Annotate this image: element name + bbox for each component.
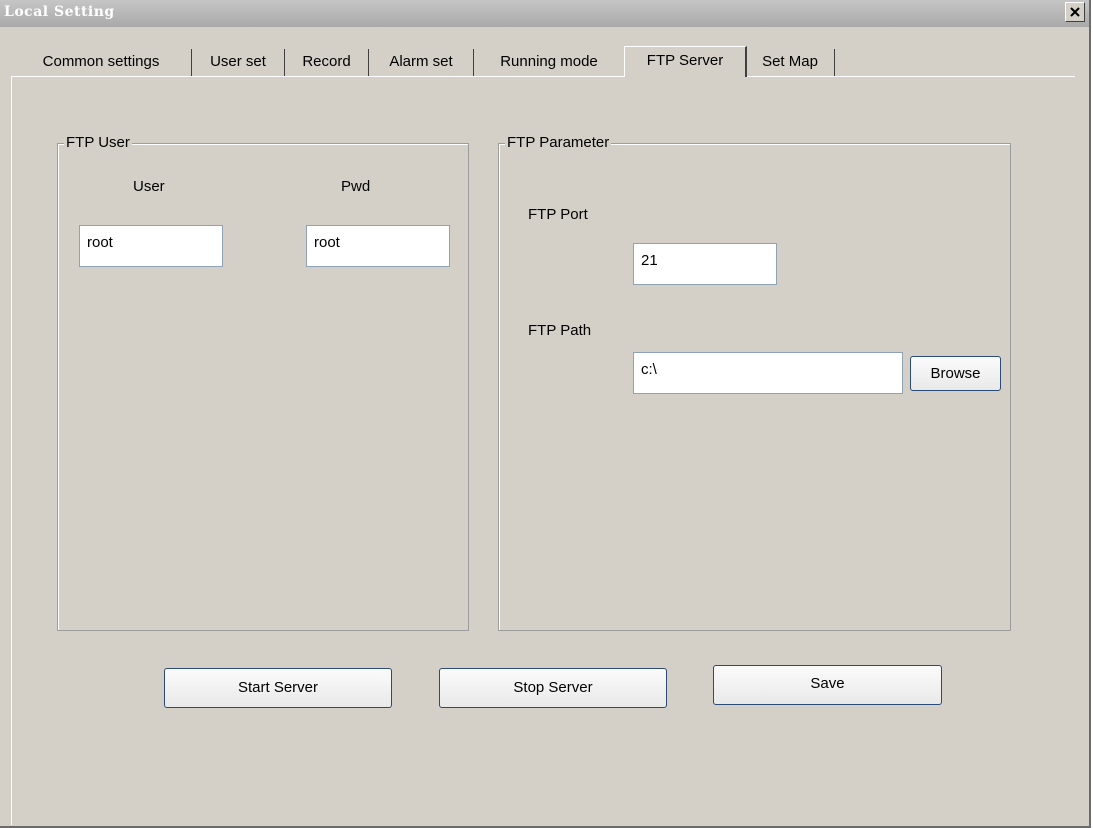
pwd-input[interactable]: root: [306, 225, 450, 267]
user-label: User: [133, 178, 165, 195]
ftp-user-legend: FTP User: [64, 134, 132, 152]
window-title: Local Setting: [4, 4, 115, 20]
tab-record[interactable]: Record: [285, 49, 369, 76]
save-button[interactable]: Save: [713, 665, 942, 705]
tab-label: Record: [302, 53, 351, 70]
user-input-value: root: [87, 234, 113, 251]
stop-server-button[interactable]: Stop Server: [439, 668, 667, 708]
browse-button-label: Browse: [930, 365, 981, 382]
ftp-parameter-group: FTP Parameter FTP Port 21 FTP Path c:\ B…: [498, 134, 1011, 631]
pwd-input-value: root: [314, 234, 340, 251]
close-button[interactable]: [1065, 2, 1085, 22]
tab-alarm-set[interactable]: Alarm set: [369, 49, 474, 76]
tab-label: User set: [210, 53, 266, 70]
local-setting-window: Local Setting Common settings User set R…: [0, 0, 1091, 828]
tab-label: Alarm set: [389, 53, 453, 70]
tab-set-map[interactable]: Set Map: [746, 49, 835, 76]
save-label: Save: [810, 675, 845, 692]
ftp-server-panel: FTP User User Pwd root root FTP Paramete…: [11, 76, 1075, 825]
tab-label: FTP Server: [646, 52, 724, 69]
tab-user-set[interactable]: User set: [192, 49, 285, 76]
start-server-label: Start Server: [237, 679, 319, 696]
title-bar[interactable]: Local Setting: [0, 0, 1089, 27]
tab-running-mode[interactable]: Running mode: [474, 49, 624, 76]
ftp-parameter-legend: FTP Parameter: [505, 134, 612, 152]
pwd-label: Pwd: [341, 178, 371, 195]
ftp-port-label: FTP Port: [528, 206, 588, 223]
ftp-port-value: 21: [641, 252, 658, 269]
close-icon: [1070, 7, 1080, 17]
ftp-port-input[interactable]: 21: [633, 243, 777, 285]
tab-ftp-server[interactable]: FTP Server: [624, 46, 747, 77]
tab-common-settings[interactable]: Common settings: [11, 49, 192, 76]
tab-label: Common settings: [42, 53, 160, 70]
start-server-button[interactable]: Start Server: [164, 668, 392, 708]
ftp-user-group: FTP User User Pwd root root: [57, 134, 469, 631]
stop-server-label: Stop Server: [513, 679, 593, 696]
ftp-path-value: c:\: [641, 361, 657, 378]
ftp-path-label: FTP Path: [528, 322, 592, 339]
tab-label: Running mode: [500, 53, 598, 70]
browse-button[interactable]: Browse: [910, 356, 1001, 391]
tab-label: Set Map: [762, 53, 818, 70]
user-input[interactable]: root: [79, 225, 223, 267]
ftp-path-input[interactable]: c:\: [633, 352, 903, 394]
